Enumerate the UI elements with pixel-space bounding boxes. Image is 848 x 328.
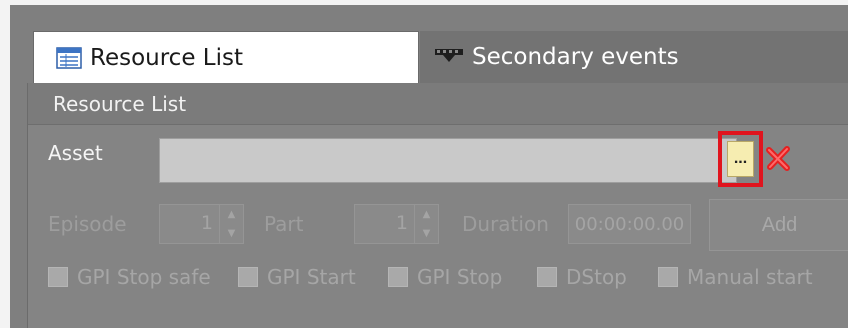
checkbox-label: GPI Stop: [417, 265, 503, 289]
clear-asset-button[interactable]: [764, 143, 794, 173]
browse-ellipsis: ...: [727, 141, 754, 177]
episode-label: Episode: [48, 212, 127, 236]
gpi-stop-checkbox[interactable]: GPI Stop: [388, 265, 502, 289]
duration-field[interactable]: 00:00:00.00: [568, 204, 691, 244]
manual-start-checkbox[interactable]: Manual start: [658, 265, 813, 289]
part-stepper-arrows[interactable]: ▲ ▼: [414, 205, 438, 243]
panel-title-text: Resource List: [53, 91, 187, 116]
checkbox-box[interactable]: [238, 267, 258, 287]
part-stepper[interactable]: 1 ▲ ▼: [354, 204, 439, 244]
tab-secondary-events-label: Secondary events: [472, 44, 679, 70]
tab-secondary-events[interactable]: Secondary events: [420, 31, 848, 83]
chevron-down-icon[interactable]: ▼: [220, 224, 243, 243]
checkbox-label: GPI Start: [267, 265, 356, 289]
gpi-start-checkbox[interactable]: GPI Start: [238, 265, 356, 289]
gpi-stop-safe-checkbox[interactable]: GPI Stop safe: [48, 265, 211, 289]
duration-label: Duration: [462, 212, 549, 236]
secondary-events-icon: [434, 47, 464, 67]
chevron-up-icon[interactable]: ▲: [415, 205, 438, 224]
episode-part-duration-row: Episode 1 ▲ ▼ Part 1 ▲ ▼ Duration 00:00:…: [28, 199, 848, 251]
part-value: 1: [395, 212, 408, 234]
checkbox-row: GPI Stop safe GPI Start GPI Stop DStop M…: [28, 261, 848, 297]
chevron-down-icon[interactable]: ▼: [415, 224, 438, 243]
episode-stepper-arrows[interactable]: ▲ ▼: [219, 205, 243, 243]
asset-input[interactable]: [159, 138, 737, 183]
tab-resource-list[interactable]: Resource List: [33, 31, 419, 83]
window-left-edge: [0, 0, 10, 328]
dstop-checkbox[interactable]: DStop: [537, 265, 627, 289]
checkbox-box[interactable]: [48, 267, 68, 287]
checkbox-box[interactable]: [537, 267, 557, 287]
browse-asset-button[interactable]: ...: [718, 131, 763, 187]
tab-resource-list-label: Resource List: [90, 44, 243, 71]
checkbox-label: GPI Stop safe: [77, 265, 211, 289]
add-button[interactable]: Add: [709, 199, 848, 251]
episode-stepper[interactable]: 1 ▲ ▼: [159, 204, 244, 244]
resource-list-panel: Resource List Asset ... Episode 1 ▲ ▼ Pa…: [27, 83, 848, 328]
chevron-up-icon[interactable]: ▲: [220, 205, 243, 224]
checkbox-box[interactable]: [658, 267, 678, 287]
checkbox-box[interactable]: [388, 267, 408, 287]
red-x-icon: [766, 146, 790, 171]
checkbox-label: Manual start: [687, 265, 813, 289]
asset-label: Asset: [48, 141, 103, 165]
panel-title: Resource List: [28, 83, 848, 125]
checkbox-label: DStop: [566, 265, 627, 289]
episode-value: 1: [200, 212, 213, 234]
resource-list-icon: [56, 46, 82, 69]
part-label: Part: [264, 212, 304, 236]
